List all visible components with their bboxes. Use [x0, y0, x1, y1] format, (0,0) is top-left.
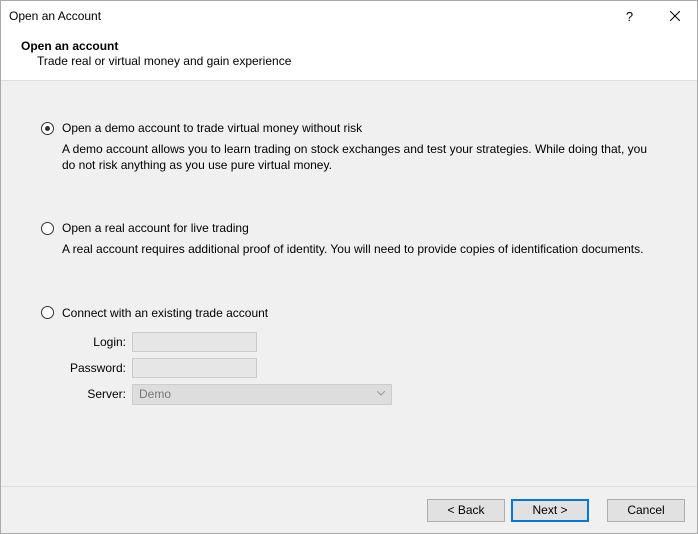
radio-demo[interactable] [41, 122, 54, 135]
option-existing-label: Connect with an existing trade account [62, 306, 268, 320]
back-button[interactable]: < Back [427, 499, 505, 522]
wizard-body: Open a demo account to trade virtual mon… [1, 81, 697, 486]
dialog-window: Open an Account ? Open an account Trade … [0, 0, 698, 534]
next-button[interactable]: Next > [511, 499, 589, 522]
radio-existing-row[interactable]: Connect with an existing trade account [41, 306, 657, 320]
login-input[interactable] [132, 332, 257, 352]
wizard-footer: < Back Next > Cancel [1, 487, 697, 533]
close-button[interactable] [652, 1, 697, 31]
password-row: Password: [62, 358, 657, 378]
option-demo-label: Open a demo account to trade virtual mon… [62, 121, 362, 135]
server-row: Server: Demo [62, 384, 657, 405]
wizard-header: Open an account Trade real or virtual mo… [1, 31, 697, 80]
close-icon [670, 8, 680, 24]
help-icon: ? [626, 9, 633, 24]
password-label: Password: [62, 361, 132, 375]
option-demo: Open a demo account to trade virtual mon… [41, 121, 657, 173]
page-subtitle: Trade real or virtual money and gain exp… [21, 54, 697, 68]
server-label: Server: [62, 387, 132, 401]
radio-demo-row[interactable]: Open a demo account to trade virtual mon… [41, 121, 657, 135]
existing-form: Login: Password: Server: Demo [62, 332, 657, 405]
login-label: Login: [62, 335, 132, 349]
radio-real-row[interactable]: Open a real account for live trading [41, 221, 657, 235]
titlebar: Open an Account ? [1, 1, 697, 31]
server-select[interactable]: Demo [132, 384, 392, 405]
page-title: Open an account [21, 39, 697, 53]
option-real-desc: A real account requires additional proof… [62, 241, 657, 257]
option-real: Open a real account for live trading A r… [41, 221, 657, 257]
radio-existing[interactable] [41, 306, 54, 319]
option-existing: Connect with an existing trade account L… [41, 306, 657, 405]
password-input[interactable] [132, 358, 257, 378]
radio-real[interactable] [41, 222, 54, 235]
cancel-button[interactable]: Cancel [607, 499, 685, 522]
server-select-value: Demo [139, 387, 171, 401]
login-row: Login: [62, 332, 657, 352]
help-button[interactable]: ? [607, 1, 652, 31]
window-title: Open an Account [9, 9, 607, 23]
option-demo-desc: A demo account allows you to learn tradi… [62, 141, 657, 173]
chevron-down-icon [377, 391, 385, 397]
option-real-label: Open a real account for live trading [62, 221, 249, 235]
